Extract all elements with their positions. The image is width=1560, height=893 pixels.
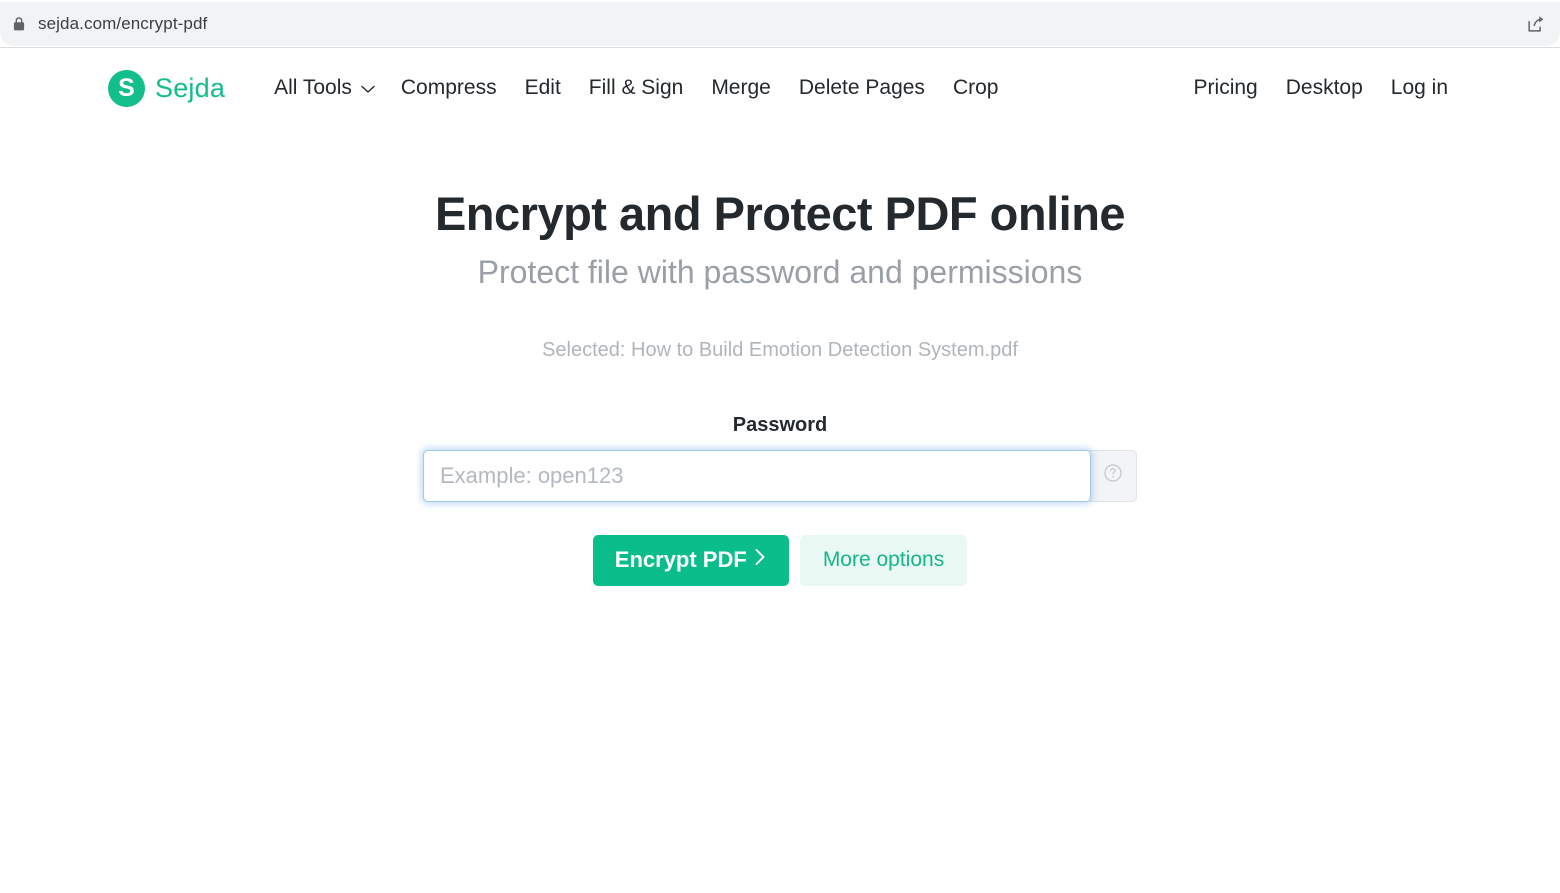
page-subtitle: Protect file with password and permissio… xyxy=(477,253,1083,290)
chevron-right-icon xyxy=(754,547,767,573)
browser-chrome: sejda.com/encrypt-pdf xyxy=(0,0,1560,48)
more-options-button-label: More options xyxy=(822,548,945,572)
address-bar[interactable]: sejda.com/encrypt-pdf xyxy=(0,2,1560,46)
nav-item-merge[interactable]: Merge xyxy=(697,70,785,106)
site-header: S Sejda All Tools Compress Edit Fill & S… xyxy=(0,48,1560,128)
page-title: Encrypt and Protect PDF online xyxy=(434,187,1126,240)
nav-item-compress[interactable]: Compress xyxy=(387,70,511,106)
question-mark-circle-icon xyxy=(1103,463,1123,488)
nav-item-desktop[interactable]: Desktop xyxy=(1272,70,1377,106)
nav-item-log-in[interactable]: Log in xyxy=(1377,70,1462,106)
nav-item-fill-and-sign[interactable]: Fill & Sign xyxy=(575,70,698,106)
nav-all-tools-label: All Tools xyxy=(274,76,352,99)
brand-logo[interactable]: S Sejda xyxy=(108,69,226,107)
nav-item-all-tools[interactable]: All Tools xyxy=(262,70,387,106)
url-text: sejda.com/encrypt-pdf xyxy=(38,14,208,33)
nav-item-crop[interactable]: Crop xyxy=(939,70,1013,106)
password-input[interactable] xyxy=(423,449,1091,502)
password-field-group xyxy=(423,449,1137,502)
encrypt-pdf-button[interactable]: Encrypt PDF xyxy=(592,534,789,586)
brand-name: Sejda xyxy=(155,72,226,103)
more-options-button[interactable]: More options xyxy=(799,534,968,586)
share-icon[interactable] xyxy=(1524,12,1548,36)
nav-item-pricing[interactable]: Pricing xyxy=(1180,70,1272,106)
password-row xyxy=(0,449,1560,502)
chevron-down-icon xyxy=(361,76,375,100)
actions-row: Encrypt PDF More options xyxy=(0,534,1560,586)
secondary-nav: Pricing Desktop Log in xyxy=(1180,70,1462,106)
password-label: Password xyxy=(732,413,828,436)
encrypt-pdf-button-label: Encrypt PDF xyxy=(614,547,747,573)
sejda-logo-icon: S xyxy=(108,69,145,107)
password-help-button[interactable] xyxy=(1089,449,1137,502)
main-content: Encrypt and Protect PDF online Protect f… xyxy=(0,188,1560,586)
nav-item-delete-pages[interactable]: Delete Pages xyxy=(785,70,939,106)
selected-file-label: Selected: How to Build Emotion Detection… xyxy=(542,338,1018,361)
primary-nav: All Tools Compress Edit Fill & Sign Merg… xyxy=(262,70,1012,106)
nav-item-edit[interactable]: Edit xyxy=(511,70,575,106)
lock-icon xyxy=(10,15,28,33)
